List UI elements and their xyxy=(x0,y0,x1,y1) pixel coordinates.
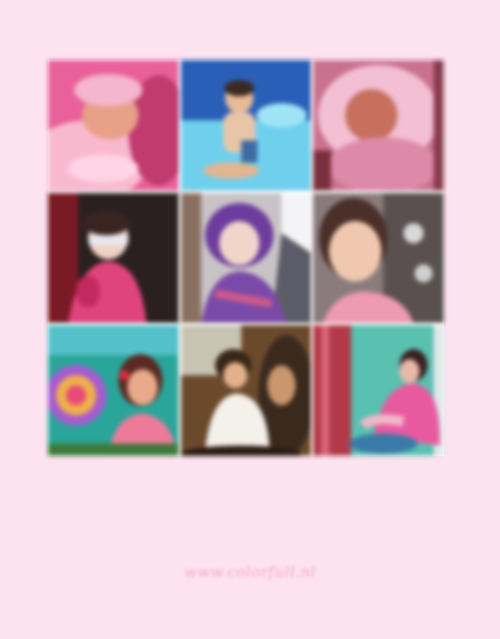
photo-toddler-pool xyxy=(180,60,312,191)
photo-baby-pink-hood xyxy=(313,60,444,191)
photo-child-purple-hood xyxy=(180,192,312,324)
watermark-text: www.colorfull.nl xyxy=(184,563,316,581)
photo-baby-pink-blanket xyxy=(48,60,179,191)
photo-girl-white-shirt xyxy=(180,325,312,456)
photo-girl-by-window xyxy=(313,325,444,456)
photo-girl-with-ball xyxy=(48,325,179,456)
photo-collage xyxy=(48,60,444,456)
photo-girl-smiling xyxy=(313,192,444,324)
photo-girl-sunglasses xyxy=(48,192,179,324)
